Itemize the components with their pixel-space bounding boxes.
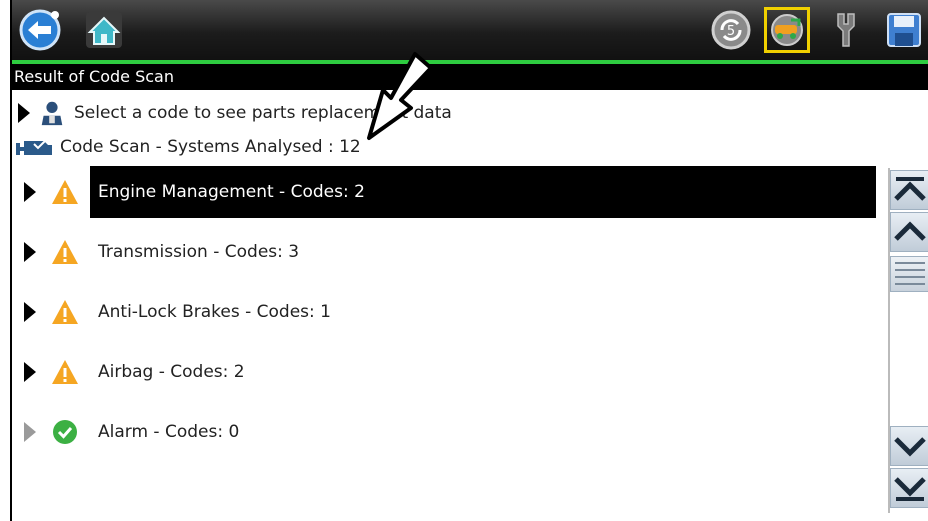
system-label: Airbag - Codes: 2 (98, 362, 245, 382)
scrollbar[interactable] (888, 168, 928, 513)
scroll-down-button[interactable] (890, 426, 928, 466)
expand-triangle-icon (24, 422, 36, 442)
warning-icon (52, 300, 78, 324)
double-chevron-up-icon (894, 177, 926, 201)
double-chevron-down-icon (894, 477, 926, 501)
home-button[interactable] (82, 8, 126, 52)
system-row-engine-management[interactable]: Engine Management - Codes: 2 (12, 166, 882, 218)
engine-icon (16, 139, 52, 155)
technician-icon (41, 101, 63, 126)
warning-icon (52, 240, 78, 264)
check-circle-icon (53, 420, 77, 444)
vehicle-info-icon (771, 14, 803, 46)
screen-title: Result of Code Scan (12, 64, 928, 90)
system-label: Alarm - Codes: 0 (98, 422, 240, 442)
warning-icon (52, 180, 78, 204)
scroll-to-top-button[interactable] (890, 170, 928, 210)
expand-triangle-icon (18, 103, 30, 123)
chevron-down-icon (894, 437, 926, 457)
expand-triangle-icon (24, 362, 36, 382)
system-label: Engine Management - Codes: 2 (90, 166, 876, 218)
system-row-transmission[interactable]: Transmission - Codes: 3 (12, 226, 882, 278)
scan-summary-text: Code Scan - Systems Analysed : 12 (60, 137, 361, 157)
save-button[interactable] (882, 8, 926, 52)
home-icon (86, 12, 122, 48)
parts-hint-text: Select a code to see parts replacement d… (74, 103, 452, 123)
toolbar: 5 (12, 0, 928, 60)
expand-triangle-icon (24, 302, 36, 322)
save-icon (887, 13, 921, 47)
app-frame: 5 Result of Code Scan Select a code to s… (10, 0, 928, 521)
parts-hint-row[interactable]: Select a code to see parts replacement d… (12, 98, 452, 128)
expand-triangle-icon (24, 242, 36, 262)
chevron-up-icon (894, 221, 926, 241)
back-button[interactable] (18, 8, 62, 52)
scroll-thumb[interactable] (890, 256, 928, 292)
tools-icon (837, 13, 855, 47)
scan-summary-row: Code Scan - Systems Analysed : 12 (12, 132, 361, 162)
vehicle-info-button[interactable] (764, 7, 810, 53)
system-row-airbag[interactable]: Airbag - Codes: 2 (12, 346, 882, 398)
system-label: Anti-Lock Brakes - Codes: 1 (98, 302, 331, 322)
refresh-codes-button[interactable]: 5 (709, 8, 753, 52)
back-arrow-icon (19, 9, 61, 51)
expand-triangle-icon (24, 182, 36, 202)
scroll-to-bottom-button[interactable] (890, 468, 928, 508)
system-row-alarm[interactable]: Alarm - Codes: 0 (12, 406, 882, 458)
warning-icon (52, 360, 78, 384)
tools-button[interactable] (824, 8, 868, 52)
svg-text:5: 5 (727, 24, 735, 39)
scroll-up-button[interactable] (890, 212, 928, 252)
system-row-anti-lock-brakes[interactable]: Anti-Lock Brakes - Codes: 1 (12, 286, 882, 338)
refresh-codes-icon: 5 (711, 10, 751, 50)
system-label: Transmission - Codes: 3 (98, 242, 300, 262)
